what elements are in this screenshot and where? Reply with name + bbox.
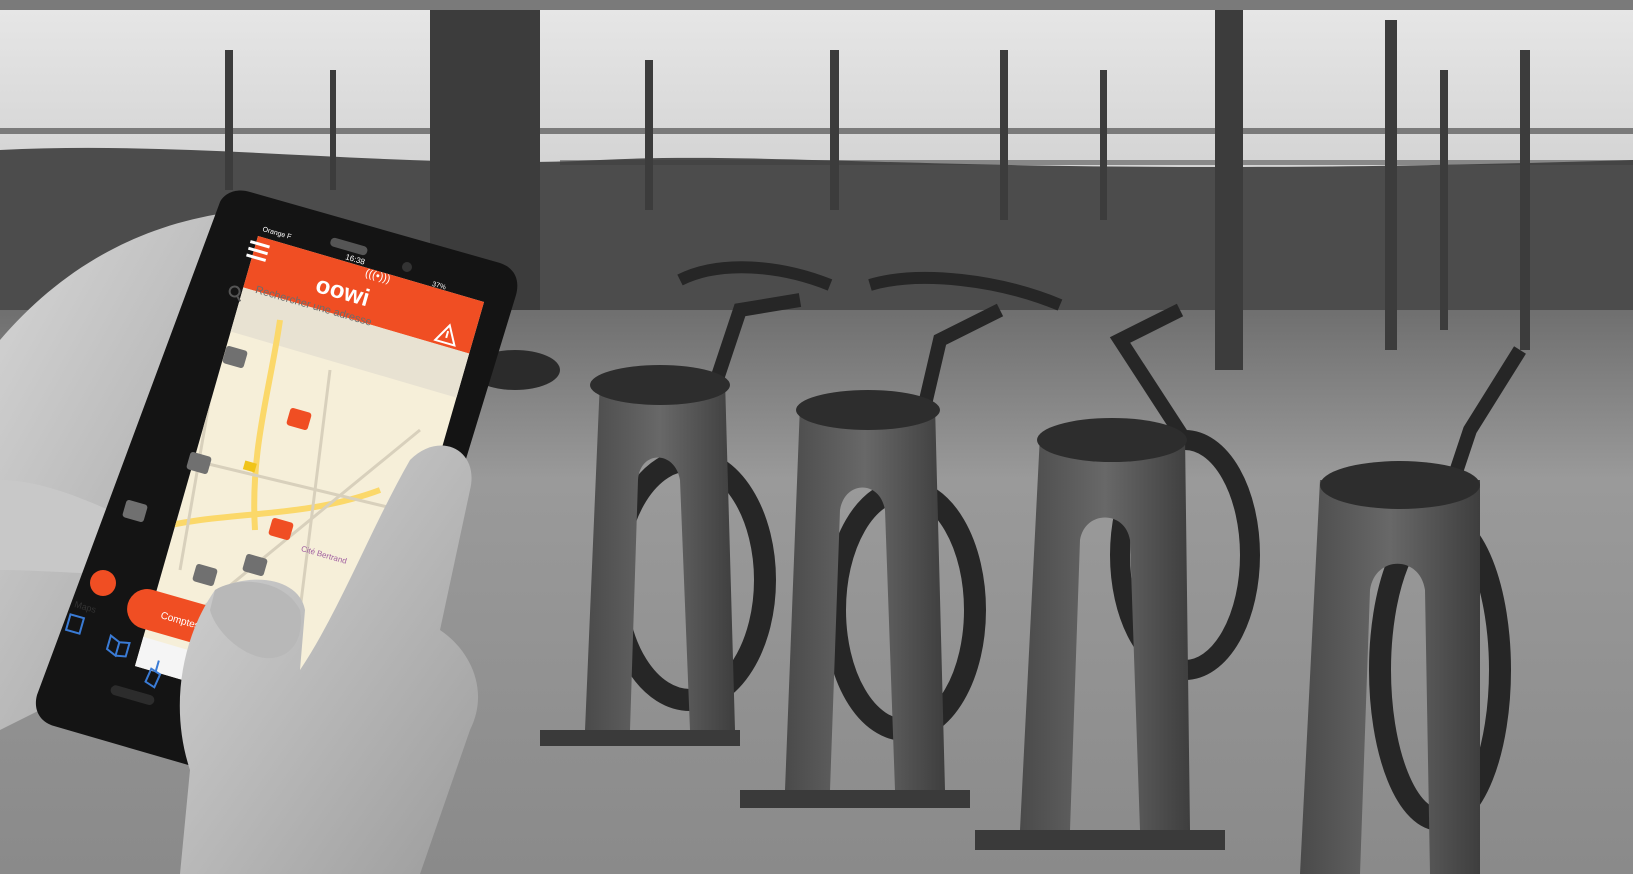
photo-illustration: oowi (((•))) 16:38 Orange F 37% Recherch… bbox=[0, 10, 1633, 874]
photo-scene: oowi (((•))) 16:38 Orange F 37% Recherch… bbox=[0, 10, 1633, 874]
locate-button[interactable] bbox=[90, 570, 116, 596]
